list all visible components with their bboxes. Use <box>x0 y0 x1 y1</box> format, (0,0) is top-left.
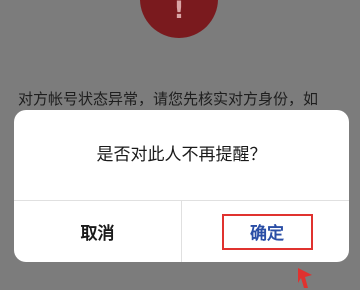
cancel-button[interactable]: 取消 <box>14 201 181 262</box>
app-screen: ! 对方帐号状态异常，请您先核实对方身份，如 是否对此人不再提醒？ 取消 确定 <box>0 0 360 290</box>
confirm-highlight-box: 确定 <box>221 213 313 250</box>
arrow-shape <box>298 268 312 288</box>
warning-alert-icon: ! <box>140 0 218 38</box>
confirm-button-label: 确定 <box>250 224 284 244</box>
red-pointer-arrow-icon <box>298 268 312 288</box>
account-warning-text: 对方帐号状态异常，请您先核实对方身份，如 <box>18 90 319 108</box>
exclamation-icon: ! <box>173 0 185 24</box>
dialog-message: 是否对此人不再提醒？ <box>96 145 267 165</box>
confirm-button[interactable]: 确定 <box>182 201 349 262</box>
confirm-dialog: 是否对此人不再提醒？ 取消 确定 <box>14 110 349 262</box>
